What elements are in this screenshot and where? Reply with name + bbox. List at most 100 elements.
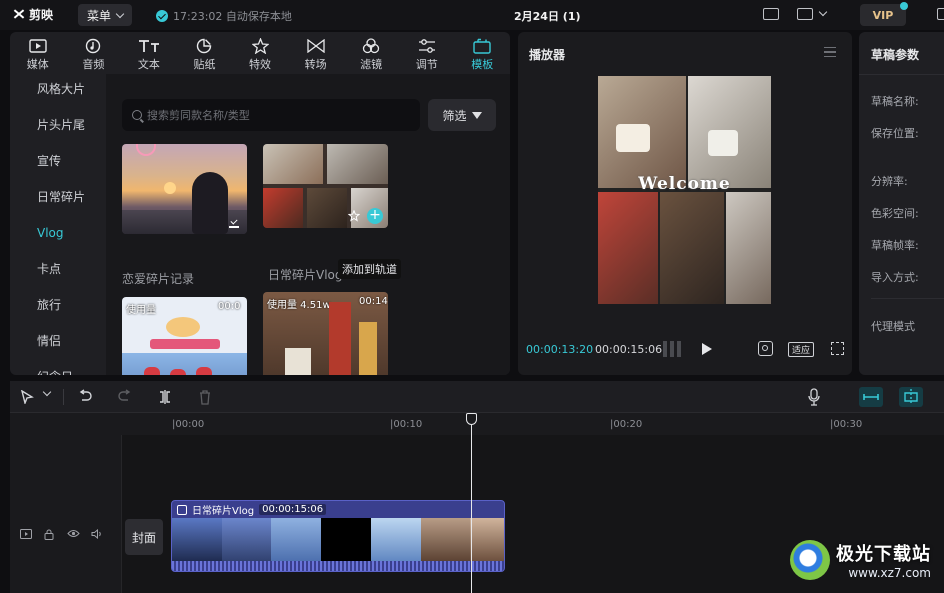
cover-button[interactable]: 封面 <box>125 519 163 555</box>
zoom-fit-icon[interactable] <box>758 341 773 356</box>
split-icon[interactable] <box>158 389 172 408</box>
auto-snap-icon[interactable] <box>899 387 923 407</box>
params-title: 草稿参数 <box>871 48 920 62</box>
clip-header: 日常碎片Vlog 00:00:15:06 <box>172 501 504 518</box>
search-icon <box>132 110 142 120</box>
menu-icon[interactable] <box>824 47 836 57</box>
delete-icon[interactable] <box>198 389 212 408</box>
param-import-mode: 导入方式: <box>871 271 919 284</box>
watermark-url: www.xz7.com <box>848 566 931 580</box>
track-video-icon[interactable] <box>20 529 32 542</box>
person-silhouette <box>192 172 228 234</box>
tab-template[interactable]: 模板 <box>455 32 511 74</box>
site-watermark: 极光下载站 www.xz7.com <box>790 540 931 580</box>
undo-icon[interactable] <box>78 389 92 406</box>
capcut-logo-icon <box>12 8 25 21</box>
sidebar-item-couple[interactable]: 情侣 <box>10 326 106 362</box>
template-card[interactable]: 使用量 4.51w 00:14 <box>263 292 388 375</box>
param-frame-rate: 草稿帧率: <box>871 239 919 252</box>
preview-caption: Welcome <box>638 174 731 194</box>
chevron-down-icon[interactable] <box>42 387 52 397</box>
usage-count: 使用量 4.51w <box>267 300 331 311</box>
template-card[interactable]: 使用量 00:0 <box>122 297 247 375</box>
material-tabs: 媒体 音频 文本 贴纸 特效 转场 滤镜 调节 模板 <box>10 32 510 74</box>
param-draft-name: 草稿名称: <box>871 95 919 108</box>
eye-icon[interactable] <box>67 529 80 541</box>
time-ruler[interactable]: |00:00 |00:10 |00:20 |00:30 <box>122 413 944 435</box>
tab-text[interactable]: 文本 <box>121 32 177 74</box>
autosave-status: 17:23:02 自动保存本地 <box>156 8 292 24</box>
ruler-label: |00:10 <box>390 419 423 430</box>
clip-name: 日常碎片Vlog <box>192 506 255 517</box>
add-to-track-icon[interactable]: + <box>367 208 383 224</box>
autosave-text: 17:23:02 自动保存本地 <box>173 10 292 23</box>
microphone-icon[interactable] <box>808 388 820 409</box>
vip-label: VIP <box>872 8 894 22</box>
ruler-label: |00:30 <box>830 419 863 430</box>
sidebar-item-beat[interactable]: 卡点 <box>10 254 106 290</box>
video-preview[interactable]: Welcome <box>598 76 771 304</box>
param-color-space: 色彩空间: <box>871 207 919 220</box>
template-icon <box>473 37 491 54</box>
track-header-column <box>10 435 122 593</box>
notification-dot <box>900 2 908 10</box>
lock-icon[interactable] <box>44 529 54 543</box>
audio-icon <box>85 37 101 54</box>
play-icon[interactable] <box>702 343 712 355</box>
search-input[interactable] <box>147 108 407 122</box>
sidebar-item-vlog[interactable]: Vlog <box>10 218 106 254</box>
sidebar-item-anniversary[interactable]: 纪念日 <box>10 362 106 375</box>
template-card[interactable] <box>122 144 247 234</box>
sidebar-item-promo[interactable]: 宣传 <box>10 146 106 182</box>
star-icon[interactable] <box>347 209 361 222</box>
tab-sticker[interactable]: 贴纸 <box>177 32 233 74</box>
filter-button[interactable]: 筛选 <box>428 99 496 131</box>
window-icon[interactable] <box>937 8 944 20</box>
sidebar-item-intro-outro[interactable]: 片头片尾 <box>10 110 106 146</box>
keyboard-icon[interactable] <box>763 8 779 20</box>
main-track-magnet-icon[interactable] <box>859 387 883 407</box>
menu-button[interactable]: 菜单 <box>78 4 132 26</box>
tab-adjust[interactable]: 调节 <box>399 32 455 74</box>
download-icon[interactable] <box>229 217 239 228</box>
video-clip[interactable]: 日常碎片Vlog 00:00:15:06 <box>171 500 505 572</box>
menu-label: 菜单 <box>86 8 111 23</box>
player-panel: 播放器 Welcome 00:00:13:20 00:00:15:06 适应 <box>518 32 852 375</box>
watermark-logo <box>790 540 830 580</box>
tab-filter[interactable]: 滤镜 <box>343 32 399 74</box>
watermark-name: 极光下载站 <box>836 544 931 565</box>
tab-label: 转场 <box>304 58 327 71</box>
template-categories: 风格大片 片头片尾 宣传 日常碎片 Vlog 卡点 旅行 情侣 纪念日 <box>10 74 106 375</box>
sidebar-item-daily[interactable]: 日常碎片 <box>10 182 106 218</box>
tab-label: 调节 <box>415 58 438 71</box>
playhead-line[interactable] <box>471 415 472 593</box>
draft-params-panel: 草稿参数 草稿名称: 保存位置: 分辨率: 色彩空间: 草稿帧率: 导入方式: … <box>859 32 944 375</box>
select-tool-icon[interactable] <box>20 389 34 407</box>
sidebar-item-style[interactable]: 风格大片 <box>10 74 106 110</box>
chevron-down-icon[interactable] <box>818 7 828 17</box>
layout-icon[interactable] <box>797 8 813 20</box>
clip-thumbnails <box>172 518 504 562</box>
tab-effects[interactable]: 特效 <box>232 32 288 74</box>
grid-view-icon[interactable] <box>663 341 683 357</box>
vip-button[interactable]: VIP <box>860 2 908 26</box>
fit-ratio-button[interactable]: 适应 <box>788 342 814 357</box>
tab-audio[interactable]: 音频 <box>66 32 122 74</box>
fullscreen-icon[interactable] <box>831 342 844 355</box>
tab-label: 贴纸 <box>193 58 216 71</box>
param-proxy-mode: 代理模式 <box>871 320 915 333</box>
template-card[interactable]: + <box>263 144 388 228</box>
volume-icon[interactable] <box>91 528 103 542</box>
transition-icon <box>306 37 325 54</box>
tab-media[interactable]: 媒体 <box>10 32 66 74</box>
sidebar-item-travel[interactable]: 旅行 <box>10 290 106 326</box>
tab-transition[interactable]: 转场 <box>288 32 344 74</box>
redo-icon[interactable] <box>118 389 132 406</box>
ruler-label: |00:00 <box>172 419 205 430</box>
sticker-icon <box>196 37 212 54</box>
search-box[interactable] <box>122 99 420 131</box>
divider <box>859 74 944 75</box>
playhead-handle[interactable] <box>466 413 477 425</box>
divider <box>871 298 944 299</box>
tab-label: 媒体 <box>26 58 49 71</box>
